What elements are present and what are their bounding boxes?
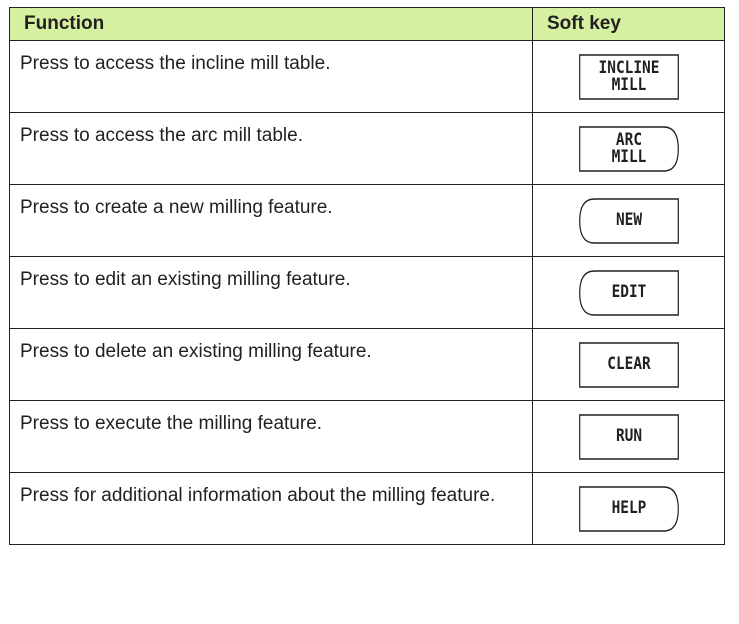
softkey-label: INCLINE MILL (598, 57, 659, 95)
softkey-edit-button[interactable]: EDIT (578, 269, 679, 316)
column-header-soft-key: Soft key (532, 7, 725, 41)
softkey-clear-button[interactable]: CLEAR (578, 341, 679, 388)
table-row: Press to delete an existing milling feat… (9, 328, 725, 401)
table-row: Press to edit an existing milling featur… (9, 256, 725, 329)
function-description: Press to access the arc mill table. (9, 112, 533, 185)
table-header-row: Function Soft key (9, 7, 725, 41)
softkey-cell: EDIT (532, 256, 725, 329)
softkey-cell: HELP (532, 472, 725, 545)
table-row: Press to create a new milling feature. NE… (9, 184, 725, 257)
table-row: Press to access the incline mill table. I… (9, 40, 725, 113)
softkey-label: NEW (615, 210, 642, 230)
function-description: Press to delete an existing milling feat… (9, 328, 533, 401)
softkey-arc-mill-button[interactable]: ARC MILL (578, 125, 679, 172)
table-row: Press for additional information about t… (9, 472, 725, 545)
softkey-new-button[interactable]: NEW (578, 197, 679, 244)
softkey-cell: RUN (532, 400, 725, 473)
softkey-label: CLEAR (606, 354, 651, 374)
table-row: Press to access the arc mill table. ARC M… (9, 112, 725, 185)
function-description: Press to access the incline mill table. (9, 40, 533, 113)
softkey-cell: NEW (532, 184, 725, 257)
function-description: Press to execute the milling feature. (9, 400, 533, 473)
function-description: Press to edit an existing milling featur… (9, 256, 533, 329)
softkey-label: HELP (611, 498, 646, 518)
softkey-label: EDIT (611, 282, 646, 302)
softkey-label: ARC MILL (611, 129, 646, 167)
column-header-function: Function (9, 7, 533, 41)
softkey-help-button[interactable]: HELP (578, 485, 679, 532)
table-row: Press to execute the milling feature. RUN (9, 400, 725, 473)
softkey-cell: ARC MILL (532, 112, 725, 185)
softkey-incline-mill-button[interactable]: INCLINE MILL (578, 53, 679, 100)
function-description: Press for additional information about t… (9, 472, 533, 545)
softkey-label: RUN (615, 426, 642, 446)
softkey-run-button[interactable]: RUN (578, 413, 679, 460)
function-description: Press to create a new milling feature. (9, 184, 533, 257)
softkey-cell: INCLINE MILL (532, 40, 725, 113)
softkey-function-table: Function Soft key Press to access the in… (9, 7, 725, 545)
softkey-cell: CLEAR (532, 328, 725, 401)
